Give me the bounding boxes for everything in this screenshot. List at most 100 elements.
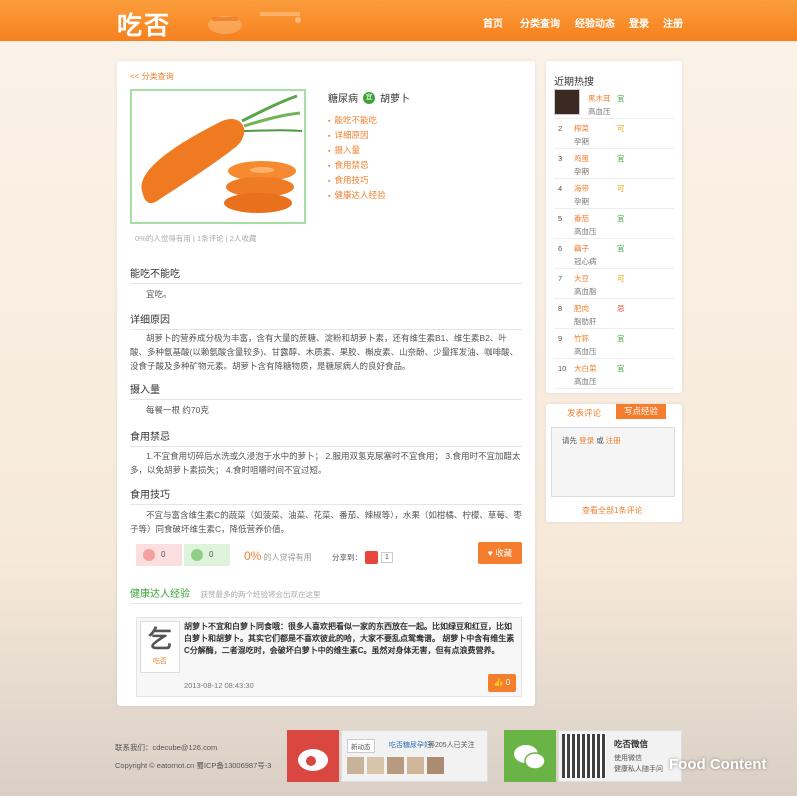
- status-label: 可: [617, 184, 625, 193]
- category-label: 孕期: [574, 167, 589, 176]
- vote-good-button[interactable]: 0: [184, 544, 230, 566]
- hot-search-item[interactable]: 2 榨菜 可孕期: [554, 119, 674, 149]
- toc-item[interactable]: 健康达人经验: [328, 188, 385, 203]
- comment-input[interactable]: 请先 登录 或 注册: [551, 427, 675, 497]
- section-body: 不宜与富含维生素C的蔬菜（如菠菜、油菜、花菜、番茄、辣椒等），水果（如柑橘、柠檬…: [130, 510, 522, 534]
- rank-number: 7: [558, 274, 563, 283]
- nav-category[interactable]: 分类查询: [520, 15, 560, 30]
- section-body: 1.不宜食用切碎后水洗或久浸泡于水中的萝卜； 2.服用双氢克尿塞时不宜食用； 3…: [130, 451, 521, 475]
- hot-search-item[interactable]: 9 竹荪 宜高血压: [554, 329, 674, 359]
- section-title: 摄入量: [130, 381, 522, 400]
- hot-search-title: 近期热搜: [554, 77, 594, 88]
- hot-search-item[interactable]: 4 海带 可孕期: [554, 179, 674, 209]
- category-label: 冠心病: [574, 257, 597, 266]
- weibo-name[interactable]: 吃否糖尿孕妇: [389, 740, 431, 750]
- avatar: [367, 757, 384, 774]
- nav-register[interactable]: 注册: [663, 15, 683, 30]
- share-bar: 分享到： 1: [332, 551, 393, 564]
- hot-search-item[interactable]: 7 大豆 可高血脂: [554, 269, 674, 299]
- hot-search-item[interactable]: 3 鸡蛋 宜孕期: [554, 149, 674, 179]
- useful-rate: 0% 的人觉得有用: [244, 549, 312, 563]
- section-title: 能吃不能吃: [130, 265, 522, 284]
- tab-experience[interactable]: 写点经验: [616, 404, 666, 419]
- top-navbar: 吃否 首页 分类查询 经验动态 登录 注册: [0, 0, 797, 41]
- food-name: 肥肉: [574, 304, 589, 313]
- status-label: 宜: [617, 154, 625, 163]
- status-label: 可: [617, 124, 625, 133]
- status-label: 宜: [617, 244, 625, 253]
- favorite-button[interactable]: ♥ 收藏: [478, 542, 522, 564]
- weibo-share-icon[interactable]: [365, 551, 378, 564]
- wechat-line1: 使用微信: [614, 755, 642, 762]
- nav-login[interactable]: 登录: [629, 15, 649, 30]
- avatar: [387, 757, 404, 774]
- hot-search-list: 黑木耳宜高血压 2 榨菜可孕期 3 鸡蛋宜孕期 4 海带可孕期 5 番茄宜高血压 6 藕子宜冠心病 7…: [554, 89, 674, 389]
- experience-card: 乞 吃否 胡萝卜不宜和白萝卜同食哦：很多人喜欢把看似一家的东西放在一起。比如绿豆…: [136, 617, 522, 697]
- status-label: 忌: [617, 304, 625, 313]
- food-thumbnail: [554, 89, 580, 115]
- food-name: 黑木耳: [588, 94, 611, 103]
- qr-code-icon: [562, 734, 606, 778]
- food-title: 糖尿病 宜 胡萝卜: [328, 90, 410, 105]
- nav-experience[interactable]: 经验动态: [575, 15, 615, 30]
- rank-number: 9: [558, 334, 563, 343]
- food-name: 番茄: [574, 214, 589, 223]
- hot-search-item[interactable]: 5 番茄 宜高血压: [554, 209, 674, 239]
- weibo-widget: 新动态 吃否糖尿孕妇 等205人已关注: [341, 730, 488, 782]
- section-title: 食用技巧: [130, 486, 522, 505]
- wechat-logo-icon[interactable]: [504, 730, 556, 782]
- like-button[interactable]: 👍 0: [488, 674, 516, 692]
- section-title: 详细原因: [130, 311, 522, 330]
- experience-header: 健康达人经验 获赞最多的两个经验将会出现在这里: [130, 585, 522, 604]
- avatar: [427, 757, 444, 774]
- share-count: 1: [381, 552, 393, 563]
- avatar[interactable]: 乞 吃否: [140, 621, 180, 673]
- hot-search-item[interactable]: 黑木耳宜高血压: [554, 89, 674, 119]
- disease-label: 糖尿病: [328, 94, 358, 105]
- rank-number: 8: [558, 304, 563, 313]
- site-logo[interactable]: 吃否: [117, 6, 171, 42]
- status-badge: 宜: [363, 91, 375, 104]
- toc-item[interactable]: 食用禁忌: [328, 158, 386, 173]
- food-name: 鸡蛋: [574, 154, 589, 163]
- rank-number: 5: [558, 214, 563, 223]
- weibo-logo-icon[interactable]: [287, 730, 339, 782]
- vote-bad-button[interactable]: 0: [136, 544, 182, 566]
- view-all-comments-link[interactable]: 查看全部1条评论: [582, 505, 642, 516]
- avatar: [347, 757, 364, 774]
- food-name: 大豆: [574, 274, 589, 283]
- category-label: 脂肪肝: [574, 317, 597, 326]
- sad-face-icon: [143, 548, 155, 561]
- status-label: 宜: [617, 94, 625, 103]
- nav-home[interactable]: 首页: [483, 15, 503, 30]
- section-body: 胡萝卜的营养成分极为丰富，含有大量的蔗糖、淀粉和胡萝卜素，还有维生素B1、维生素…: [130, 333, 519, 371]
- follower-avatars: [347, 757, 444, 774]
- hot-search-item[interactable]: 8 肥肉 忌脂肪肝: [554, 299, 674, 329]
- footer: 联系我们：cdecube@126.com Copyright © eatorno…: [0, 726, 797, 796]
- breadcrumb[interactable]: << 分类查询: [130, 71, 174, 82]
- happy-face-icon: [191, 548, 203, 561]
- rank-number: 4: [558, 184, 563, 193]
- login-link[interactable]: 登录: [579, 436, 594, 445]
- rank-number: 2: [558, 124, 563, 133]
- footer-contact: 联系我们：cdecube@126.com: [115, 743, 218, 752]
- hot-search-item[interactable]: 6 藕子 宜冠心病: [554, 239, 674, 269]
- weibo-follow-button[interactable]: 新动态: [347, 739, 375, 753]
- logo-decoration-icon: [208, 12, 301, 34]
- weibo-count: 等205人已关注: [428, 742, 475, 749]
- toc-item[interactable]: 详细原因: [328, 128, 386, 143]
- hot-search-item[interactable]: 10 大白菜 宜高血压: [554, 359, 674, 389]
- toc-item[interactable]: 摄入量: [328, 143, 386, 158]
- register-link[interactable]: 注册: [606, 436, 621, 445]
- toc-item[interactable]: 能吃不能吃: [328, 113, 386, 128]
- tab-comment[interactable]: 发表评论: [567, 407, 601, 419]
- toc-item[interactable]: 食用技巧: [328, 173, 386, 188]
- experience-time: 2013-08-12 08:43:30: [184, 681, 254, 690]
- category-label: 高血脂: [574, 287, 597, 296]
- avatar: [407, 757, 424, 774]
- food-name: 竹荪: [574, 334, 589, 343]
- food-name: 海带: [574, 184, 589, 193]
- rank-number: 6: [558, 244, 563, 253]
- category-label: 高血压: [574, 227, 597, 236]
- food-name: 大白菜: [574, 364, 597, 373]
